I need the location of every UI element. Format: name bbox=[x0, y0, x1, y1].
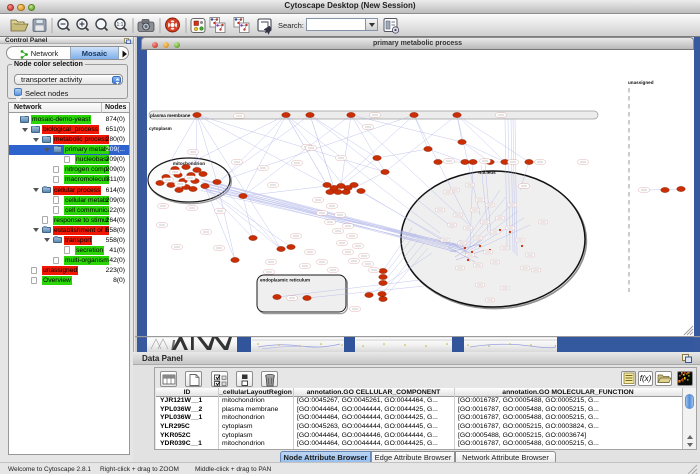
svg-text:1:1: 1:1 bbox=[117, 22, 124, 28]
svg-text:nucleus: nucleus bbox=[478, 170, 496, 175]
svg-text:cytoplasm: cytoplasm bbox=[149, 126, 172, 131]
svg-text:Search:: Search: bbox=[278, 21, 304, 30]
svg-text:unassigned: unassigned bbox=[628, 80, 654, 85]
svg-text:plasma membrane: plasma membrane bbox=[150, 113, 191, 118]
svg-text:endoplasmic reticulum: endoplasmic reticulum bbox=[260, 278, 310, 283]
